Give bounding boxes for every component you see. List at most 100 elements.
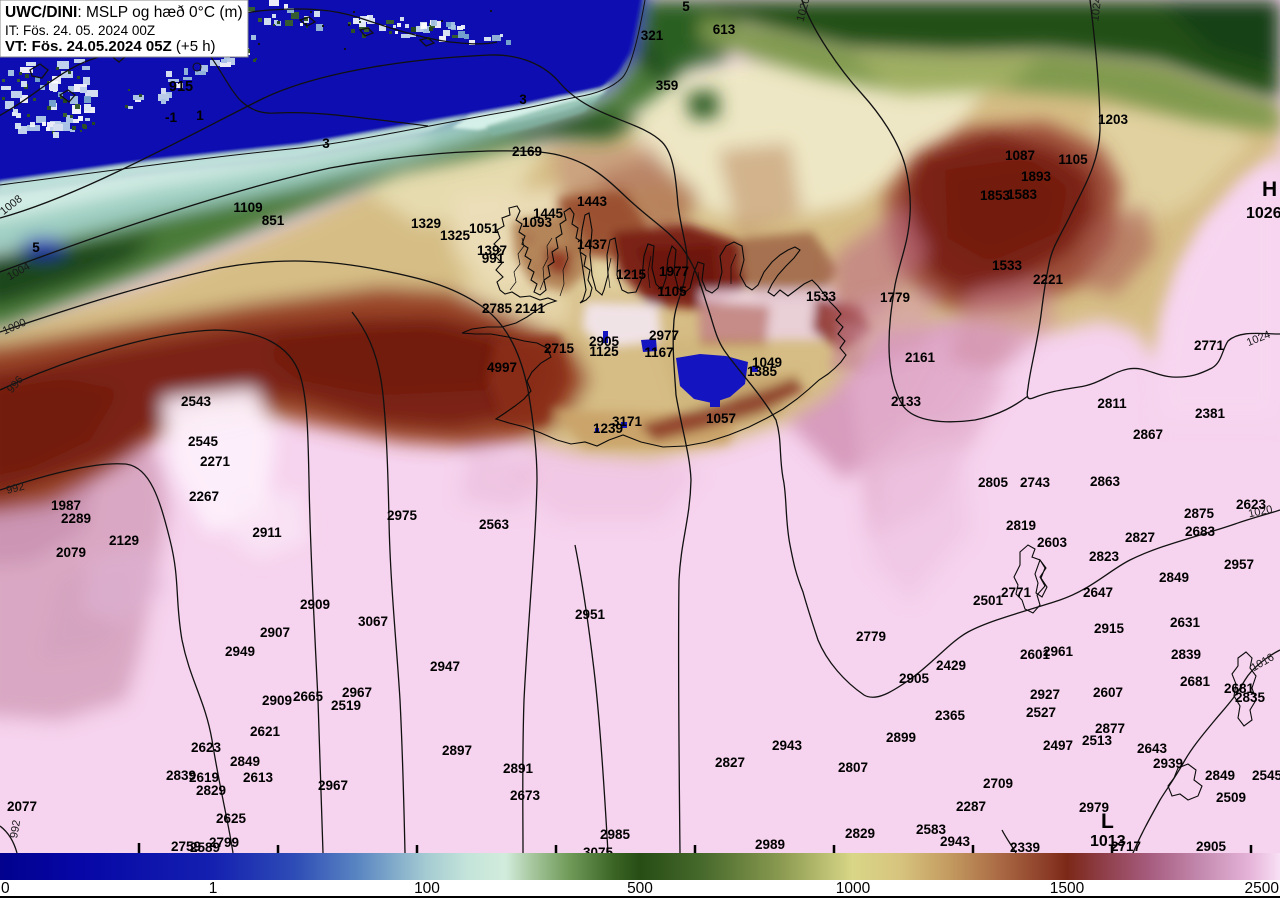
svg-text:2625: 2625 bbox=[216, 811, 247, 826]
svg-text:1583: 1583 bbox=[1007, 187, 1038, 202]
svg-text:4997: 4997 bbox=[487, 360, 517, 375]
svg-text:-1: -1 bbox=[165, 110, 177, 125]
svg-text:1329: 1329 bbox=[411, 216, 441, 231]
svg-text:2977: 2977 bbox=[649, 328, 679, 343]
svg-text:VT: Fös. 24.05.2024 05Z (+5 h): VT: Fös. 24.05.2024 05Z (+5 h) bbox=[5, 38, 216, 55]
svg-text:1239: 1239 bbox=[593, 421, 623, 436]
svg-text:2905: 2905 bbox=[1196, 839, 1227, 854]
svg-text:2827: 2827 bbox=[715, 755, 745, 770]
svg-text:1853: 1853 bbox=[980, 188, 1011, 203]
svg-text:2985: 2985 bbox=[600, 827, 631, 842]
svg-text:2500: 2500 bbox=[1245, 880, 1280, 897]
svg-text:1093: 1093 bbox=[522, 215, 553, 230]
svg-text:2527: 2527 bbox=[1026, 705, 1056, 720]
svg-text:1013: 1013 bbox=[1090, 833, 1126, 850]
svg-text:2939: 2939 bbox=[1153, 756, 1183, 771]
svg-text:2957: 2957 bbox=[1224, 557, 1254, 572]
svg-text:2967: 2967 bbox=[318, 778, 348, 793]
svg-text:1057: 1057 bbox=[706, 411, 736, 426]
svg-text:1325: 1325 bbox=[440, 228, 471, 243]
svg-text:2989: 2989 bbox=[755, 837, 785, 852]
svg-text:2683: 2683 bbox=[1185, 524, 1216, 539]
svg-text:1437: 1437 bbox=[577, 237, 607, 252]
svg-text:2545: 2545 bbox=[1252, 768, 1280, 783]
svg-text:2161: 2161 bbox=[905, 350, 936, 365]
svg-text:3: 3 bbox=[519, 92, 527, 107]
svg-text:2807: 2807 bbox=[838, 760, 868, 775]
svg-text:2271: 2271 bbox=[200, 454, 231, 469]
svg-text:2267: 2267 bbox=[189, 489, 219, 504]
svg-text:5: 5 bbox=[32, 240, 40, 255]
svg-text:2169: 2169 bbox=[512, 144, 542, 159]
svg-text:2673: 2673 bbox=[510, 788, 541, 803]
svg-text:2339: 2339 bbox=[1010, 840, 1040, 855]
svg-text:1215: 1215 bbox=[616, 267, 647, 282]
svg-text:2589: 2589 bbox=[190, 840, 220, 855]
svg-text:1125: 1125 bbox=[589, 344, 619, 359]
svg-text:3: 3 bbox=[322, 136, 330, 151]
svg-text:2743: 2743 bbox=[1020, 475, 1051, 490]
svg-text:851: 851 bbox=[262, 213, 285, 228]
svg-text:2709: 2709 bbox=[983, 776, 1013, 791]
svg-text:2949: 2949 bbox=[225, 644, 255, 659]
svg-text:2497: 2497 bbox=[1043, 738, 1073, 753]
svg-text:2899: 2899 bbox=[886, 730, 916, 745]
svg-text:2631: 2631 bbox=[1170, 615, 1201, 630]
svg-text:2287: 2287 bbox=[956, 799, 986, 814]
svg-text:2079: 2079 bbox=[56, 545, 86, 560]
svg-text:IT: Fös. 24. 05. 2024 00Z: IT: Fös. 24. 05. 2024 00Z bbox=[5, 23, 155, 38]
svg-text:2509: 2509 bbox=[1216, 790, 1246, 805]
svg-text:2839: 2839 bbox=[1171, 647, 1201, 662]
svg-text:2519: 2519 bbox=[331, 698, 361, 713]
svg-text:2543: 2543 bbox=[181, 394, 212, 409]
svg-text:2823: 2823 bbox=[1089, 549, 1120, 564]
svg-text:1: 1 bbox=[196, 108, 204, 123]
svg-text:1026: 1026 bbox=[1246, 205, 1280, 222]
svg-text:UWC/DINI: MSLP og hæð 0°C (m): UWC/DINI: MSLP og hæð 0°C (m) bbox=[5, 4, 243, 21]
svg-text:2583: 2583 bbox=[916, 822, 947, 837]
svg-text:2905: 2905 bbox=[899, 671, 930, 686]
svg-text:2927: 2927 bbox=[1030, 687, 1060, 702]
svg-text:2849: 2849 bbox=[1159, 570, 1189, 585]
svg-text:2221: 2221 bbox=[1033, 272, 1064, 287]
svg-text:1385: 1385 bbox=[747, 364, 778, 379]
svg-text:1533: 1533 bbox=[806, 289, 837, 304]
svg-text:991: 991 bbox=[482, 251, 505, 266]
svg-text:1533: 1533 bbox=[992, 258, 1023, 273]
svg-text:2943: 2943 bbox=[772, 738, 803, 753]
svg-text:2715: 2715 bbox=[544, 341, 575, 356]
svg-text:2647: 2647 bbox=[1083, 585, 1113, 600]
svg-text:2563: 2563 bbox=[479, 517, 510, 532]
svg-text:2665: 2665 bbox=[293, 689, 324, 704]
svg-text:2907: 2907 bbox=[260, 625, 290, 640]
svg-text:2289: 2289 bbox=[61, 511, 91, 526]
svg-text:2827: 2827 bbox=[1125, 530, 1155, 545]
svg-text:2771: 2771 bbox=[1194, 338, 1225, 353]
svg-text:2621: 2621 bbox=[250, 724, 281, 739]
svg-text:3067: 3067 bbox=[358, 614, 388, 629]
svg-text:2891: 2891 bbox=[503, 761, 534, 776]
svg-text:2897: 2897 bbox=[442, 743, 472, 758]
svg-text:2829: 2829 bbox=[845, 826, 875, 841]
svg-text:1105: 1105 bbox=[1058, 152, 1088, 167]
svg-text:1500: 1500 bbox=[1050, 880, 1085, 897]
svg-text:2133: 2133 bbox=[891, 394, 922, 409]
svg-text:2607: 2607 bbox=[1093, 685, 1123, 700]
svg-text:359: 359 bbox=[656, 78, 679, 93]
svg-text:2601: 2601 bbox=[1020, 647, 1051, 662]
svg-text:2835: 2835 bbox=[1235, 690, 1266, 705]
svg-text:2501: 2501 bbox=[973, 593, 1004, 608]
svg-text:2819: 2819 bbox=[1006, 518, 1036, 533]
svg-text:0: 0 bbox=[1, 880, 10, 897]
svg-text:2771: 2771 bbox=[1001, 585, 1032, 600]
svg-text:1000: 1000 bbox=[836, 880, 871, 897]
svg-text:L: L bbox=[1101, 810, 1114, 833]
svg-text:2785: 2785 bbox=[482, 301, 513, 316]
svg-text:2129: 2129 bbox=[109, 533, 139, 548]
svg-text:1051: 1051 bbox=[469, 221, 500, 236]
svg-text:2643: 2643 bbox=[1137, 741, 1168, 756]
svg-text:1167: 1167 bbox=[644, 345, 673, 360]
svg-text:2909: 2909 bbox=[300, 597, 330, 612]
svg-text:2623: 2623 bbox=[1236, 497, 1267, 512]
svg-text:2513: 2513 bbox=[1082, 733, 1113, 748]
